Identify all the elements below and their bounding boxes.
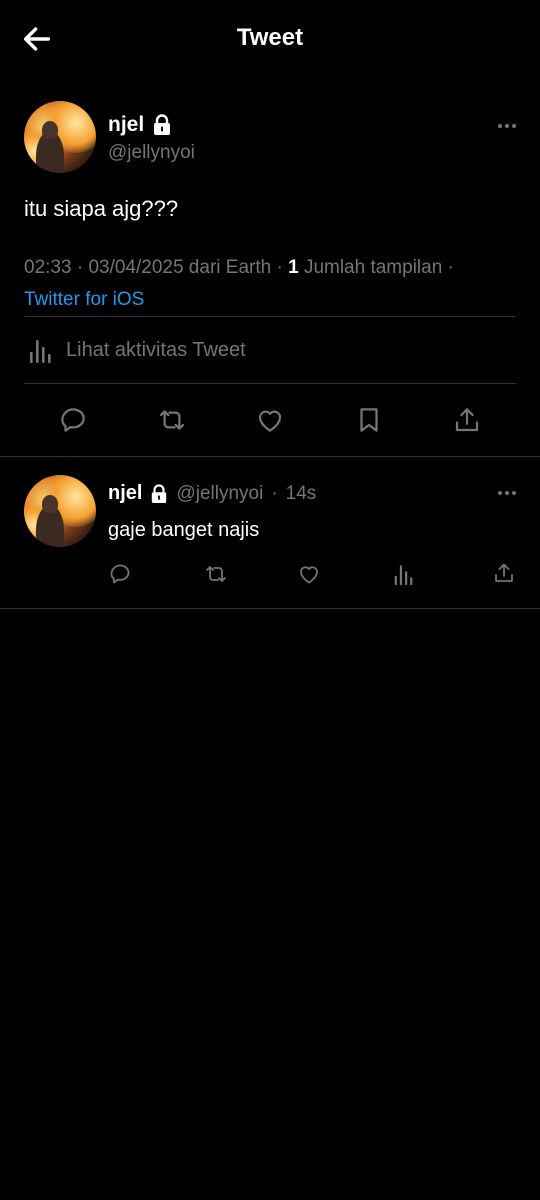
views-label: Jumlah tampilan bbox=[303, 257, 443, 278]
page-title: Tweet bbox=[236, 24, 304, 51]
more-options-button[interactable] bbox=[497, 490, 517, 496]
author-handle[interactable]: @jellynyoi bbox=[176, 483, 263, 505]
tweet-meta: 02:33 · 03/04/2025 dari Earth · 1 Jumlah… bbox=[24, 257, 454, 310]
retweet-icon bbox=[206, 566, 226, 582]
divider bbox=[0, 456, 540, 457]
comment-icon bbox=[110, 564, 130, 584]
divider bbox=[0, 608, 540, 609]
author-handle[interactable]: @jellynyoi bbox=[108, 142, 195, 164]
analytics-icon bbox=[30, 340, 51, 363]
avatar[interactable] bbox=[24, 475, 96, 547]
retweet-icon bbox=[159, 410, 185, 430]
views-count: 1 bbox=[288, 257, 299, 278]
share-icon bbox=[455, 408, 479, 432]
tweet-date: 03/04/2025 dari Earth bbox=[88, 257, 272, 278]
reply-text: gaje banget najis bbox=[108, 519, 260, 541]
like-button[interactable] bbox=[255, 405, 285, 435]
bookmark-button[interactable] bbox=[354, 405, 384, 435]
view-activity-button[interactable] bbox=[393, 562, 417, 586]
tweet-source-link[interactable]: Twitter for iOS bbox=[24, 289, 144, 310]
lock-icon bbox=[154, 114, 171, 135]
comment-icon bbox=[61, 408, 85, 432]
tweet-time: 02:33 bbox=[24, 257, 72, 278]
author-name[interactable]: njel bbox=[108, 113, 144, 137]
tweet-age: 14s bbox=[285, 482, 317, 504]
share-button[interactable] bbox=[452, 405, 482, 435]
author-row: njel bbox=[108, 113, 172, 137]
divider bbox=[24, 383, 516, 384]
heart-icon bbox=[300, 566, 318, 584]
reply-author-row: njel @jellynyoi · 14s bbox=[108, 482, 317, 505]
top-bar: Tweet bbox=[0, 0, 540, 80]
lock-icon bbox=[152, 483, 167, 503]
analytics-icon bbox=[394, 565, 413, 586]
view-activity-label: Lihat aktivitas Tweet bbox=[66, 338, 246, 361]
retweet-button[interactable] bbox=[203, 562, 227, 586]
more-horizontal-icon bbox=[498, 124, 516, 128]
author-name[interactable]: njel bbox=[108, 482, 142, 505]
more-options-button[interactable] bbox=[497, 123, 517, 129]
more-horizontal-icon bbox=[498, 491, 516, 495]
reply-button[interactable] bbox=[108, 562, 132, 586]
share-button[interactable] bbox=[492, 561, 516, 585]
avatar[interactable] bbox=[24, 101, 96, 173]
reply-button[interactable] bbox=[58, 405, 88, 435]
view-activity-button[interactable]: Lihat aktivitas Tweet bbox=[28, 336, 246, 364]
bookmark-icon bbox=[360, 408, 378, 432]
heart-icon bbox=[258, 410, 282, 432]
like-button[interactable] bbox=[297, 562, 321, 586]
retweet-button[interactable] bbox=[156, 405, 186, 435]
share-icon bbox=[495, 563, 513, 582]
tweet-text: itu siapa ajg??? bbox=[24, 196, 179, 221]
divider bbox=[24, 316, 516, 317]
